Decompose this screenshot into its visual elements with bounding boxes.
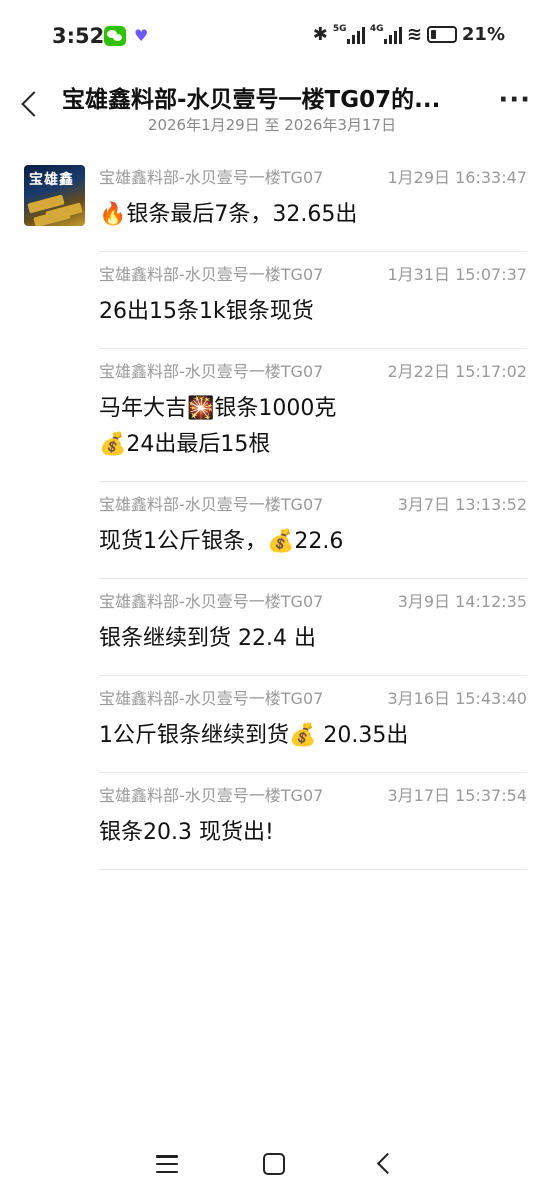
signal-icon-2: 4G [369,23,402,44]
message-time: 3月7日 13:13:52 [397,495,527,514]
message-text: 1公斤银条继续到货💰 20.35出 [99,718,527,754]
battery-icon [426,26,457,43]
chevron-left-icon [21,91,47,117]
message-item[interactable]: 宝雄鑫料部-水贝壹号一楼TG07 3月16日 15:43:40 1公斤银条继续到… [99,676,527,773]
message-time: 1月29日 16:33:47 [387,168,528,187]
sender-name: 宝雄鑫料部-水贝壹号一楼TG07 [99,362,324,381]
more-options-button[interactable]: ··· [498,87,531,113]
message-line: 银条继续到货 22.4 出 [99,626,316,651]
message-time: 3月9日 14:12:35 [397,592,527,611]
system-nav-bar [0,1140,551,1190]
message-time: 3月17日 15:37:54 [387,786,528,805]
message-line: 🔥银条最后7条，32.65出 [99,202,358,227]
message-time: 2月22日 15:17:02 [387,362,528,381]
avatar[interactable]: 宝雄鑫 [24,165,85,226]
home-button[interactable] [263,1153,285,1175]
message-text: 26出15条1k银条现货 [99,294,527,330]
sender-name: 宝雄鑫料部-水贝壹号一楼TG07 [99,168,324,187]
message-item[interactable]: 宝雄鑫料部-水贝壹号一楼TG07 2月22日 15:17:02 马年大吉🎇银条1… [99,349,527,482]
wechat-icon [104,26,126,46]
message-text: 银条继续到货 22.4 出 [99,621,527,657]
message-item[interactable]: 宝雄鑫料部-水贝壹号一楼TG07 3月17日 15:37:54 银条20.3 现… [99,773,527,870]
message-item[interactable]: 宝雄鑫料部-水贝壹号一楼TG07 1月31日 15:07:37 26出15条1k… [99,252,527,349]
network-type-2: 4G [369,23,384,34]
message-line: 银条20.3 现货出! [99,820,274,845]
sender-name: 宝雄鑫料部-水贝壹号一楼TG07 [99,265,324,284]
date-range: 2026年1月29日 至 2026年3月17日 [147,116,397,134]
message-time: 3月16日 15:43:40 [387,689,528,708]
message-text: 现货1公斤银条，💰22.6 [99,524,527,560]
network-type-1: 5G [332,23,347,34]
battery-level: 21% [461,24,505,45]
heart-icon: ♥ [134,26,149,45]
bluetooth-icon: ✱ [312,24,328,45]
page-title: 宝雄鑫料部-水贝壹号一楼TG07的... [62,87,441,113]
message-line: 1公斤银条继续到货💰 20.35出 [99,723,409,748]
notification-icons: ♥ [104,26,148,46]
message-list: 宝雄鑫 宝雄鑫料部-水贝壹号一楼TG07 1月29日 16:33:47 🔥银条最… [0,155,551,870]
message-text: 马年大吉🎇银条1000克 💰24出最后15根 [99,391,527,463]
message-text: 🔥银条最后7条，32.65出 [99,197,527,233]
recent-apps-button[interactable] [156,1155,178,1173]
status-indicators: ✱ 5G 4G ≋ 21% [312,23,505,46]
message-item[interactable]: 宝雄鑫料部-水贝壹号一楼TG07 3月9日 14:12:35 银条继续到货 22… [99,579,527,676]
message-text: 银条20.3 现货出! [99,815,527,851]
message-line: 马年大吉🎇银条1000克 [99,396,337,421]
message-line: 现货1公斤银条，💰22.6 [99,529,344,554]
status-time: 3:52 [52,24,105,48]
message-item[interactable]: 宝雄鑫料部-水贝壹号一楼TG07 3月7日 13:13:52 现货1公斤银条，💰… [99,482,527,579]
message-line: 💰24出最后15根 [99,432,271,457]
message-time: 1月31日 15:07:37 [387,265,528,284]
system-back-button[interactable] [376,1152,399,1175]
sender-name: 宝雄鑫料部-水贝壹号一楼TG07 [99,495,324,514]
sender-name: 宝雄鑫料部-水贝壹号一楼TG07 [99,786,324,805]
wifi-icon: ≋ [406,24,422,45]
avatar-text: 宝雄鑫 [29,172,74,188]
message-item[interactable]: 宝雄鑫 宝雄鑫料部-水贝壹号一楼TG07 1月29日 16:33:47 🔥银条最… [24,155,528,252]
more-dots-icon: ··· [498,85,531,115]
chat-history-header: 宝雄鑫料部-水贝壹号一楼TG07的... 2026年1月29日 至 2026年3… [0,72,551,142]
status-bar: 3:52 ♥ ✱ 5G 4G ≋ 21% [0,0,551,72]
signal-icon-1: 5G [332,23,365,44]
sender-name: 宝雄鑫料部-水贝壹号一楼TG07 [99,689,324,708]
message-line: 26出15条1k银条现货 [99,299,314,324]
back-button[interactable] [16,86,47,122]
sender-name: 宝雄鑫料部-水贝壹号一楼TG07 [99,592,324,611]
